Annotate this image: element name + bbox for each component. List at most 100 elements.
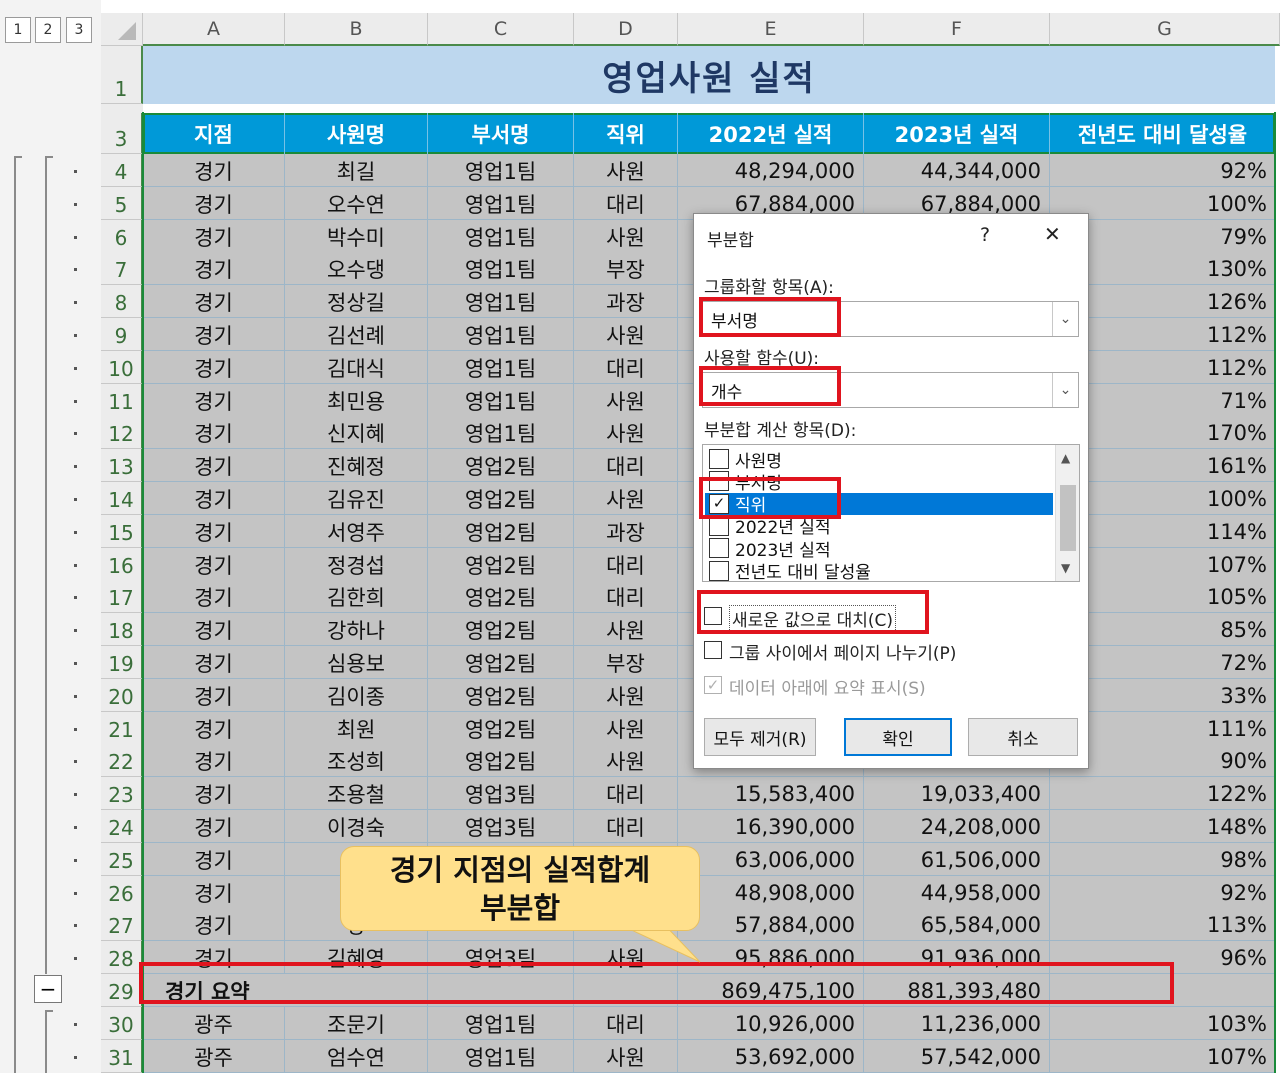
cell-position[interactable]: 대리 xyxy=(574,810,678,843)
cell-position[interactable]: 대리 xyxy=(574,580,678,613)
cell-employee-name[interactable]: 김한희 xyxy=(285,580,428,613)
header-department[interactable]: 부서명 xyxy=(428,113,574,154)
cell-2022-performance[interactable]: 48,908,000 xyxy=(678,876,864,909)
cell-branch[interactable]: 경기 xyxy=(143,187,285,220)
cell-employee-name[interactable]: 김혜영 xyxy=(285,941,428,974)
cell-branch[interactable]: 경기 xyxy=(143,679,285,712)
cell-2022-performance[interactable]: 48,294,000 xyxy=(678,154,864,187)
cell-employee-name[interactable]: 정경섭 xyxy=(285,548,428,581)
cell-position[interactable]: 사원 xyxy=(574,679,678,712)
cell-department[interactable]: 영업1팀 xyxy=(428,1007,574,1040)
cell-employee-name[interactable]: 박수미 xyxy=(285,220,428,253)
subtotal-field-checkbox[interactable] xyxy=(709,560,729,581)
row-header-23[interactable]: 23 xyxy=(101,777,143,810)
subtotal-field-item[interactable]: 2023년 실적 xyxy=(705,537,1053,561)
cell-employee-name[interactable]: 최길 xyxy=(285,154,428,187)
cell-department[interactable]: 영업1팀 xyxy=(428,318,574,351)
function-select[interactable]: 개수 ⌄ xyxy=(702,372,1079,408)
row-header-17[interactable]: 17 xyxy=(101,580,143,613)
close-icon[interactable]: ✕ xyxy=(1044,222,1061,246)
cell-branch[interactable]: 경기 xyxy=(143,646,285,679)
cell-position[interactable]: 과장 xyxy=(574,285,678,318)
row-2-blank[interactable] xyxy=(143,104,1275,113)
cell-department[interactable]: 영업1팀 xyxy=(428,285,574,318)
cell-department[interactable]: 영업3팀 xyxy=(428,777,574,810)
column-header-b[interactable]: B xyxy=(285,13,428,46)
cell-branch[interactable]: 경기 xyxy=(143,580,285,613)
row-header-13[interactable]: 13 xyxy=(101,449,143,482)
cell-branch[interactable]: 광주 xyxy=(143,1040,285,1073)
cell-position[interactable]: 사원 xyxy=(574,482,678,515)
cell-position[interactable]: 대리 xyxy=(574,449,678,482)
cell-branch[interactable]: 경기 xyxy=(143,449,285,482)
cell-employee-name[interactable]: 이경숙 xyxy=(285,810,428,843)
cell-achievement-rate[interactable]: 96% xyxy=(1050,941,1275,974)
outline-level-2-button[interactable]: 2 xyxy=(35,17,61,43)
subtotal-field-checkbox[interactable] xyxy=(709,515,729,536)
subtotal-field-item[interactable]: 2022년 실적 xyxy=(705,515,1053,538)
cell-branch[interactable]: 경기 xyxy=(143,351,285,384)
cell-branch[interactable]: 경기 xyxy=(143,613,285,646)
cell-department[interactable]: 영업2팀 xyxy=(428,449,574,482)
subtotal-fields-list[interactable]: 사원명 부서명 ✓ 직위 2022년 실적 2023년 실적 전년도 대비 달성율 ▲ ▼ xyxy=(702,444,1080,583)
cell-2023-performance[interactable]: 57,542,000 xyxy=(864,1040,1050,1073)
cell-2023-performance[interactable]: 91,936,000 xyxy=(864,941,1050,974)
cell-2022-performance[interactable]: 16,390,000 xyxy=(678,810,864,843)
scroll-up-icon[interactable]: ▲ xyxy=(1061,451,1070,465)
cell-department[interactable]: 영업2팀 xyxy=(428,646,574,679)
cell-branch[interactable]: 경기 xyxy=(143,384,285,417)
row-header-26[interactable]: 26 xyxy=(101,876,143,909)
column-header-a[interactable]: A xyxy=(143,13,285,46)
cell-position[interactable]: 대리 xyxy=(574,777,678,810)
cell-position[interactable]: 사원 xyxy=(574,318,678,351)
cell-2023-performance[interactable]: 44,958,000 xyxy=(864,876,1050,909)
cell-employee-name[interactable]: 김유진 xyxy=(285,482,428,515)
cell-department[interactable]: 영업3팀 xyxy=(428,941,574,974)
cell-achievement-rate[interactable]: 92% xyxy=(1050,154,1275,187)
header-position[interactable]: 직위 xyxy=(574,113,678,154)
cell-employee-name[interactable]: 오수연 xyxy=(285,187,428,220)
cell-position[interactable]: 사원 xyxy=(574,384,678,417)
cell-branch[interactable]: 경기 xyxy=(143,252,285,285)
group-by-select[interactable]: 부서명 ⌄ xyxy=(702,301,1079,337)
cell-department[interactable]: 영업3팀 xyxy=(428,810,574,843)
cell-2023-performance[interactable]: 61,506,000 xyxy=(864,843,1050,876)
row-header-20[interactable]: 20 xyxy=(101,679,143,712)
cell-branch[interactable]: 경기 xyxy=(143,777,285,810)
column-header-f[interactable]: F xyxy=(864,13,1050,46)
cell-position[interactable] xyxy=(574,974,678,1007)
list-scrollbar[interactable]: ▲ ▼ xyxy=(1055,445,1079,581)
cell-department[interactable]: 영업2팀 xyxy=(428,548,574,581)
cell-achievement-rate[interactable]: 122% xyxy=(1050,777,1275,810)
cell-employee-name[interactable]: 엄수연 xyxy=(285,1040,428,1073)
cell-position[interactable]: 사원 xyxy=(574,744,678,777)
cell-department[interactable]: 영업2팀 xyxy=(428,580,574,613)
cell-department[interactable]: 영업1팀 xyxy=(428,220,574,253)
subtotal-field-item[interactable]: 부서명 xyxy=(705,470,1053,494)
cell-branch[interactable]: 광주 xyxy=(143,1007,285,1040)
cell-position[interactable]: 사원 xyxy=(574,154,678,187)
cell-2023-performance[interactable]: 881,393,480 xyxy=(864,974,1050,1007)
cell-position[interactable]: 대리 xyxy=(574,187,678,220)
cell-position[interactable]: 부장 xyxy=(574,646,678,679)
cell-2023-performance[interactable]: 19,033,400 xyxy=(864,777,1050,810)
cell-employee-name[interactable]: 오수댕 xyxy=(285,252,428,285)
cell-position[interactable]: 사원 xyxy=(574,613,678,646)
cell-employee-name[interactable]: 김이종 xyxy=(285,679,428,712)
cell-department[interactable]: 영업2팀 xyxy=(428,744,574,777)
subtotal-field-item[interactable]: ✓ 직위 xyxy=(705,492,1053,516)
ok-button[interactable]: 확인 xyxy=(844,718,952,756)
row-header-30[interactable]: 30 xyxy=(101,1007,143,1040)
cell-achievement-rate[interactable] xyxy=(1050,974,1275,1007)
cell-2022-performance[interactable]: 63,006,000 xyxy=(678,843,864,876)
cell-position[interactable]: 과장 xyxy=(574,515,678,548)
cancel-button[interactable]: 취소 xyxy=(968,718,1078,756)
cell-department[interactable]: 영업2팀 xyxy=(428,515,574,548)
cell-achievement-rate[interactable]: 92% xyxy=(1050,876,1275,909)
cell-achievement-rate[interactable]: 107% xyxy=(1050,1040,1275,1073)
row-header-29[interactable]: 29 xyxy=(101,974,143,1007)
cell-department[interactable]: 영업1팀 xyxy=(428,351,574,384)
cell-branch[interactable]: 경기 xyxy=(143,416,285,449)
cell-branch[interactable]: 경기 xyxy=(143,548,285,581)
cell-employee-name[interactable]: 조용철 xyxy=(285,777,428,810)
